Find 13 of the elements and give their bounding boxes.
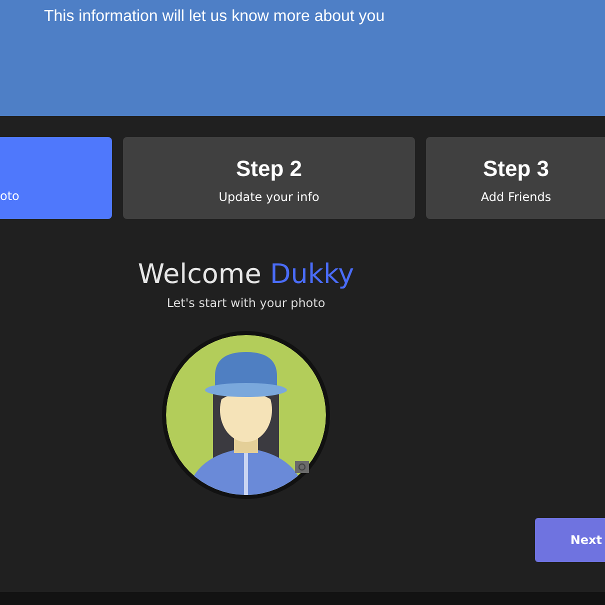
step-subtitle: oto: [0, 189, 20, 203]
step-title: Step 2: [236, 156, 302, 182]
welcome-prompt: Let's start with your photo: [166, 296, 326, 310]
header-subtitle: This information will let us know more about you: [44, 8, 386, 26]
avatar-illustration[interactable]: [161, 330, 331, 500]
step-card[interactable]: Step 2 Update your info: [123, 137, 415, 219]
step-subtitle: Add Friends: [480, 190, 552, 204]
step-card[interactable]: Step 3 Add Friends: [426, 137, 605, 219]
step-subtitle: Update your info: [218, 190, 320, 204]
step-card[interactable]: oto: [0, 137, 112, 219]
welcome-title: Welcome Dukky: [138, 259, 354, 290]
step-title: Step 3: [482, 156, 550, 182]
next-button[interactable]: Next: [535, 518, 605, 562]
